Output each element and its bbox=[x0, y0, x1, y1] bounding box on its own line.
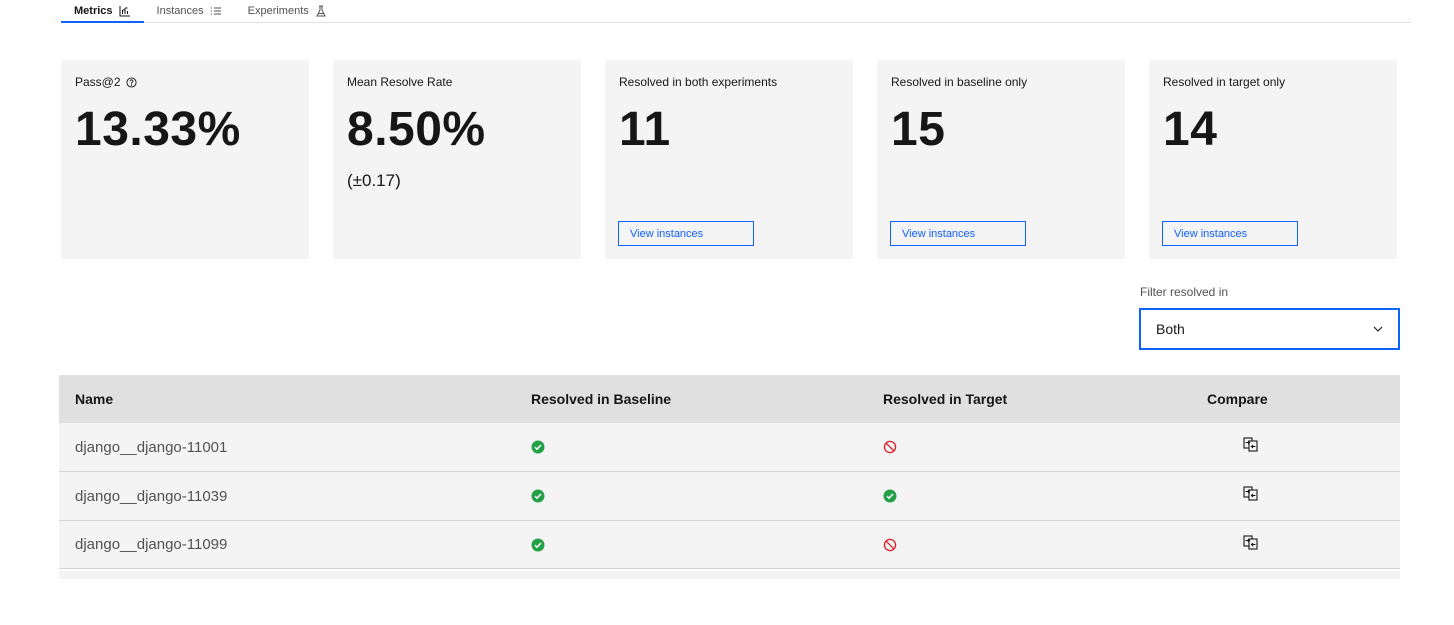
tile-mean-resolve-rate-label: Mean Resolve Rate bbox=[347, 75, 453, 89]
tab-bar: Metrics Instances Experiments bbox=[61, 0, 1411, 23]
not-resolved-icon bbox=[883, 538, 1185, 552]
header-resolved-target: Resolved in Target bbox=[883, 391, 1008, 407]
filter-label: Filter resolved in bbox=[1140, 285, 1229, 299]
tile-resolved-both-label: Resolved in both experiments bbox=[619, 75, 778, 89]
resolved-check-icon bbox=[531, 440, 883, 454]
tile-mean-resolve-rate-value: 8.50% bbox=[347, 103, 486, 156]
tab-instances[interactable]: Instances bbox=[144, 0, 235, 22]
tile-resolved-baseline-only-label: Resolved in baseline only bbox=[891, 75, 1028, 89]
header-compare: Compare bbox=[1207, 391, 1268, 407]
table-scroll-edge bbox=[59, 571, 1400, 579]
tab-metrics-label: Metrics bbox=[74, 4, 113, 17]
tile-resolved-both: Resolved in both experiments 11 View ins… bbox=[605, 60, 853, 259]
tab-instances-label: Instances bbox=[156, 5, 204, 17]
not-resolved-icon bbox=[883, 440, 1185, 454]
header-resolved-baseline: Resolved in Baseline bbox=[531, 391, 672, 407]
tile-pass-at-2-label: Pass@2 bbox=[75, 75, 121, 89]
table-row[interactable]: django__django-11099 bbox=[59, 521, 1400, 569]
tile-pass-at-2-value: 13.33% bbox=[75, 103, 241, 156]
resolved-check-icon bbox=[531, 538, 883, 552]
help-icon[interactable] bbox=[126, 76, 137, 88]
chevron-down-icon bbox=[1372, 323, 1384, 335]
filter-selected-value: Both bbox=[1156, 321, 1185, 337]
resolved-check-icon bbox=[531, 489, 883, 503]
compare-icon[interactable] bbox=[1243, 534, 1258, 550]
compare-icon[interactable] bbox=[1243, 486, 1258, 501]
table-row[interactable]: django__django-11039 bbox=[59, 472, 1400, 521]
tile-resolved-target-only-label: Resolved in target only bbox=[1163, 75, 1286, 89]
table-row[interactable]: django__django-11001 bbox=[59, 423, 1400, 472]
compare-icon[interactable] bbox=[1243, 437, 1258, 452]
tab-metrics[interactable]: Metrics bbox=[61, 0, 144, 23]
flask-icon bbox=[315, 5, 327, 17]
filter-resolved-dropdown[interactable]: Both bbox=[1139, 308, 1400, 350]
list-icon bbox=[210, 5, 222, 17]
tile-pass-at-2: Pass@2 13.33% bbox=[61, 60, 309, 259]
tile-label: Pass@2 bbox=[75, 75, 295, 89]
tab-experiments[interactable]: Experiments bbox=[235, 0, 340, 22]
view-instances-baseline-button[interactable]: View instances bbox=[890, 221, 1026, 246]
tile-mean-resolve-rate-deviation: (±0.17) bbox=[347, 171, 401, 190]
tile-resolved-both-value: 11 bbox=[619, 103, 671, 156]
header-name: Name bbox=[75, 391, 114, 407]
table-header: Name Resolved in Baseline Resolved in Ta… bbox=[59, 375, 1400, 423]
tile-resolved-baseline-only: Resolved in baseline only 15 View instan… bbox=[877, 60, 1125, 259]
instances-table: Name Resolved in Baseline Resolved in Ta… bbox=[59, 375, 1400, 569]
tile-resolved-baseline-only-value: 15 bbox=[891, 103, 946, 156]
tab-experiments-label: Experiments bbox=[247, 5, 309, 17]
view-instances-target-button[interactable]: View instances bbox=[1162, 221, 1298, 246]
tile-mean-resolve-rate: Mean Resolve Rate 8.50% (±0.17) bbox=[333, 60, 581, 259]
chart-icon bbox=[119, 5, 131, 17]
tile-resolved-target-only-value: 14 bbox=[1163, 103, 1218, 156]
resolved-check-icon bbox=[883, 489, 1185, 503]
view-instances-both-button[interactable]: View instances bbox=[618, 221, 754, 246]
instance-name: django__django-11001 bbox=[75, 438, 228, 456]
tile-resolved-target-only: Resolved in target only 14 View instance… bbox=[1149, 60, 1397, 259]
instance-name: django__django-11039 bbox=[75, 487, 228, 505]
instance-name: django__django-11099 bbox=[75, 536, 228, 553]
